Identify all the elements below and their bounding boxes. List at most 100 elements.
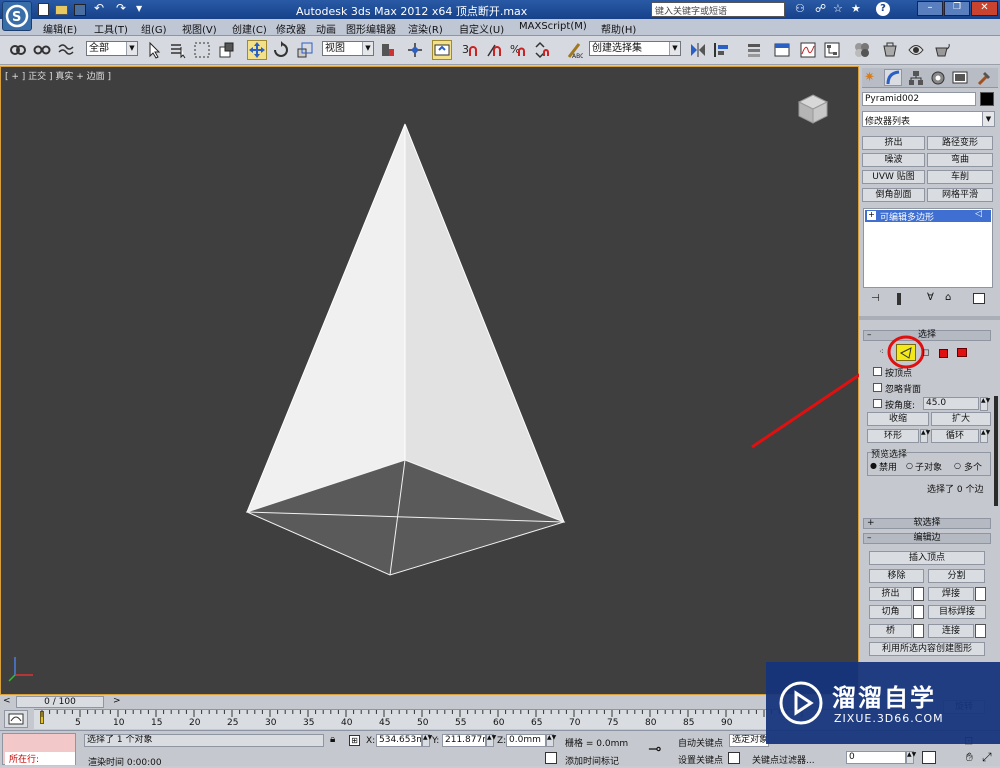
undo-icon[interactable]: ↶ <box>94 1 104 15</box>
modifier-lathe-button[interactable]: 车削 <box>927 170 993 184</box>
maxscript-listener[interactable]: 所在行: <box>2 733 76 765</box>
menu-tools[interactable]: 工具(T) <box>94 21 128 36</box>
y-coord-input[interactable]: 211.877mm <box>442 734 486 747</box>
modifier-noise-button[interactable]: 噪波 <box>862 153 925 167</box>
split-button[interactable]: 分割 <box>928 569 985 583</box>
edit-edges-rollout-header[interactable]: – 编辑边 <box>863 533 991 544</box>
time-config-icon[interactable] <box>922 751 936 764</box>
target-weld-button[interactable]: 目标焊接 <box>928 605 986 619</box>
pan-view-icon[interactable]: ✋︎ <box>966 750 973 765</box>
by-vertex-checkbox[interactable] <box>873 367 882 376</box>
schematic-view-icon[interactable] <box>822 40 842 60</box>
chamfer-settings-icon[interactable] <box>913 605 924 619</box>
by-angle-checkbox[interactable] <box>873 399 882 408</box>
help-search-input[interactable]: 键入关键字或短语 <box>651 2 785 17</box>
menu-modifiers[interactable]: 修改器 <box>276 21 306 36</box>
remove-button[interactable]: 移除 <box>869 569 924 583</box>
modifier-list-select[interactable]: 修改器列表 ▼ <box>862 111 995 127</box>
preview-multi-radio[interactable]: ○ <box>954 461 961 470</box>
new-file-icon[interactable] <box>38 3 49 16</box>
named-selection-select[interactable]: 创建选择集 ▼ <box>589 41 681 56</box>
x-coord-input[interactable]: 534.653mm <box>376 734 422 747</box>
menu-animation[interactable]: 动画 <box>316 21 336 36</box>
select-by-name-icon[interactable] <box>168 40 188 60</box>
key-filters-label[interactable]: 关键点过滤器... <box>752 753 815 766</box>
modifier-uvw-map-button[interactable]: UVW 贴图 <box>862 170 925 184</box>
edit-named-selection-icon[interactable]: ABC <box>564 40 584 60</box>
display-tab-icon[interactable] <box>952 70 968 89</box>
unlink-icon[interactable] <box>32 40 52 60</box>
bridge-settings-icon[interactable] <box>913 624 924 638</box>
reference-coordinate-select[interactable]: 视图 ▼ <box>322 41 374 56</box>
motion-tab-icon[interactable] <box>930 70 946 89</box>
maximize-viewport-icon[interactable]: ⤢ <box>982 750 992 765</box>
ring-button[interactable]: 环形 <box>867 429 919 443</box>
connect-settings-icon[interactable] <box>975 624 986 638</box>
restore-icon[interactable]: ❐ <box>944 1 970 16</box>
modifier-extrude-button[interactable]: 挤出 <box>862 136 925 150</box>
link-icon[interactable] <box>8 40 28 60</box>
material-editor-icon[interactable] <box>852 40 872 60</box>
z-coord-spinner[interactable]: ▲▼ <box>546 734 556 747</box>
pyramid-object[interactable] <box>1 67 858 694</box>
select-object-icon[interactable] <box>144 40 164 60</box>
community-icon[interactable]: ☍ <box>815 2 826 15</box>
current-frame-spinner[interactable]: ▲▼ <box>906 751 916 764</box>
current-frame-input[interactable]: 0 <box>846 751 906 764</box>
time-tag-icon[interactable] <box>545 752 557 764</box>
selected-object-select[interactable]: 选定对象 <box>729 734 769 747</box>
set-key-icon[interactable]: ⊸ <box>648 739 661 758</box>
ring-spinner[interactable]: ▲▼ <box>920 429 930 443</box>
lock-selection-icon[interactable]: 🔒︎ <box>330 734 335 745</box>
ignore-backfacing-checkbox[interactable] <box>873 383 882 392</box>
panel-scrollbar[interactable] <box>994 396 998 506</box>
modifier-bend-button[interactable]: 弯曲 <box>927 153 993 167</box>
menu-views[interactable]: 视图(V) <box>182 21 217 36</box>
selection-rollout-header[interactable]: – 选择 <box>863 330 991 341</box>
save-file-icon[interactable] <box>74 4 86 16</box>
set-key-label[interactable]: 设置关键点 <box>678 753 723 766</box>
binoculars-icon[interactable]: ⚇ <box>795 2 805 15</box>
menu-create[interactable]: 创建(C) <box>232 21 267 36</box>
perspective-viewport[interactable]: [ + ] 正交 ] 真实 + 边面 ] <box>0 66 896 695</box>
snaps-toggle-icon[interactable]: 3 <box>460 40 480 60</box>
window-crossing-icon[interactable] <box>216 40 236 60</box>
border-subobject-icon[interactable]: ◻ <box>922 348 929 358</box>
modifier-bevel-profile-button[interactable]: 倒角剖面 <box>862 188 925 202</box>
vertex-subobject-icon[interactable]: ⁖ <box>879 347 884 356</box>
angle-input[interactable]: 45.0 <box>923 397 979 410</box>
rectangle-selection-icon[interactable] <box>192 40 212 60</box>
bind-space-warp-icon[interactable] <box>56 40 76 60</box>
configure-modifier-sets-icon[interactable] <box>973 293 985 304</box>
modifier-path-deform-button[interactable]: 路径变形 <box>927 136 993 150</box>
modify-tab-icon[interactable] <box>884 69 902 86</box>
hierarchy-tab-icon[interactable] <box>908 70 924 89</box>
select-and-manipulate-icon[interactable] <box>405 40 425 60</box>
create-shape-button[interactable]: 利用所选内容创建图形 <box>869 642 985 656</box>
z-coord-input[interactable]: 0.0mm <box>506 734 546 747</box>
expand-icon[interactable]: + <box>867 211 876 220</box>
menu-rendering[interactable]: 渲染(R) <box>408 21 443 36</box>
polygon-subobject-icon[interactable] <box>939 349 948 358</box>
track-bar[interactable]: 5 10 15 20 25 30 35 40 45 50 55 60 65 70 75 80 85 90 <box>34 709 854 729</box>
layer-manager-icon[interactable] <box>744 40 764 60</box>
close-icon[interactable]: ✕ <box>971 1 998 16</box>
help-icon[interactable]: ? <box>876 2 890 16</box>
extrude-settings-icon[interactable] <box>913 587 924 601</box>
app-logo-icon[interactable]: S <box>2 1 32 31</box>
shrink-button[interactable]: 收缩 <box>867 412 929 426</box>
select-and-scale-icon[interactable] <box>295 40 315 60</box>
menu-customize[interactable]: 自定义(U) <box>459 21 504 36</box>
pivot-center-icon[interactable] <box>378 40 398 60</box>
element-subobject-icon[interactable] <box>957 348 967 357</box>
angle-spinner[interactable]: ▲▼ <box>980 397 990 411</box>
stack-item-editable-poly[interactable]: + 可编辑多边形 ◁ <box>865 209 991 223</box>
extrude-button[interactable]: 挤出 <box>869 587 912 601</box>
menu-graph-editors[interactable]: 图形编辑器 <box>346 21 396 36</box>
select-and-rotate-icon[interactable] <box>271 40 291 60</box>
add-time-tag-label[interactable]: 添加时间标记 <box>565 754 619 767</box>
x-coord-spinner[interactable]: ▲▼ <box>422 734 432 747</box>
percent-snap-icon[interactable]: % <box>508 40 528 60</box>
exchange-icon[interactable]: ☆ <box>833 2 843 15</box>
quick-access-dropdown-icon[interactable]: ▼ <box>136 4 142 13</box>
